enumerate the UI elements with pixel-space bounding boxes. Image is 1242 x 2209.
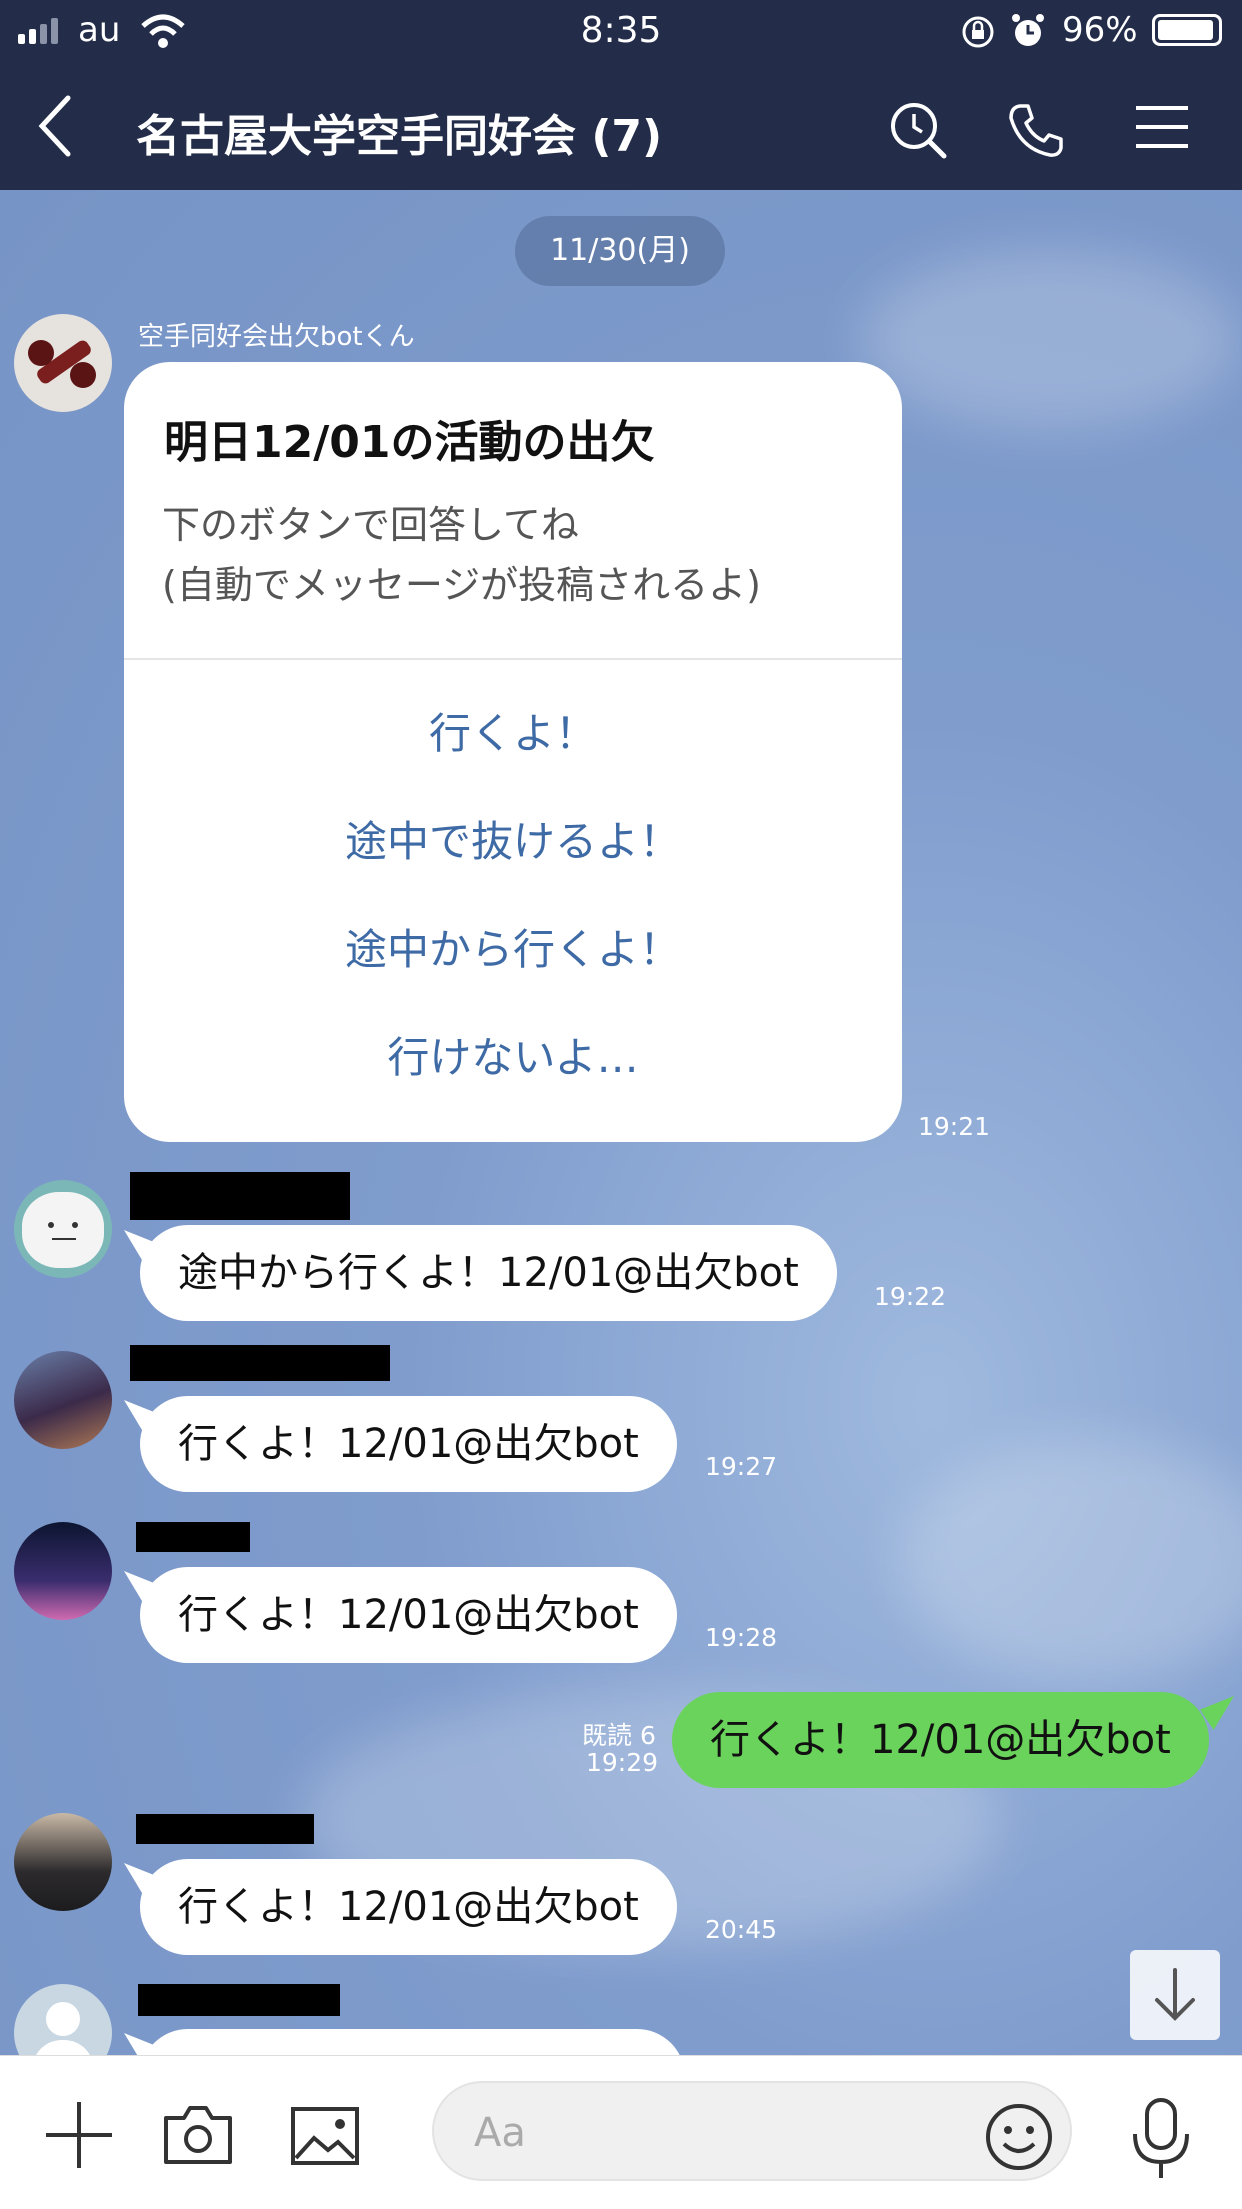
card-button-going[interactable]: 行くよ！ xyxy=(124,700,902,761)
scroll-to-bottom-button[interactable] xyxy=(1130,1950,1220,2040)
card-button-leave-early[interactable]: 途中で抜けるよ！ xyxy=(124,808,902,869)
member-avatar[interactable] xyxy=(14,1180,112,1278)
mic-icon[interactable] xyxy=(1128,2096,1194,2182)
redacted-name xyxy=(136,1814,314,1844)
redacted-name xyxy=(136,1522,250,1552)
message-time: 19:29 xyxy=(586,1748,659,1777)
read-receipt: 既読 6 xyxy=(582,1721,656,1750)
date-separator: 11/30(月) xyxy=(515,216,725,286)
chat-area[interactable]: 11/30(月) 空手同好会出欠botくん 明日12/01の活動の出欠 下のボタ… xyxy=(0,190,1242,2055)
member-avatar[interactable] xyxy=(14,1984,112,2055)
camera-icon[interactable] xyxy=(162,2104,234,2166)
image-icon[interactable] xyxy=(290,2106,360,2166)
divider xyxy=(124,658,902,660)
menu-icon[interactable] xyxy=(1134,104,1190,150)
message-bubble: 行くよ！12/01@出欠bot xyxy=(140,1859,677,1955)
message-input-bar: Aa xyxy=(0,2055,1242,2209)
message-bubble: 行くよ！12/01@出欠bot xyxy=(140,1396,677,1492)
message-time: 19:22 xyxy=(874,1282,947,1311)
alarm-icon xyxy=(1012,14,1044,46)
attendance-card: 明日12/01の活動の出欠 下のボタンで回答してね (自動でメッセージが投稿され… xyxy=(124,362,902,1142)
rotation-lock-icon xyxy=(962,16,994,48)
member-avatar[interactable] xyxy=(14,1351,112,1449)
plus-icon[interactable] xyxy=(44,2100,114,2170)
message-time: 19:21 xyxy=(918,1112,991,1141)
battery-percent: 96% xyxy=(1062,10,1138,50)
card-button-join-late[interactable]: 途中から行くよ！ xyxy=(124,916,902,977)
top-bar: au 8:35 96% 名古屋大学空手同好会 (7) xyxy=(0,0,1242,190)
message-time: 20:45 xyxy=(705,1915,778,1944)
battery-icon xyxy=(1152,14,1222,46)
redacted-name xyxy=(130,1345,390,1381)
my-message-bubble: 行くよ！12/01@出欠bot xyxy=(672,1692,1209,1788)
message-time: 19:27 xyxy=(705,1452,778,1481)
back-icon[interactable] xyxy=(36,94,76,158)
arrow-down-icon xyxy=(1155,1968,1195,2021)
search-icon[interactable] xyxy=(888,100,948,160)
phone-icon[interactable] xyxy=(1006,100,1066,160)
card-text: (自動でメッセージが投稿されるよ) xyxy=(162,563,761,607)
emoji-icon[interactable] xyxy=(984,2102,1054,2172)
member-avatar[interactable] xyxy=(14,1813,112,1911)
message-bubble: 途中から行くよ！12/01@出欠bot xyxy=(140,1225,837,1321)
status-time: 8:35 xyxy=(580,10,662,51)
message-time: 19:28 xyxy=(705,1623,778,1652)
message-bubble xyxy=(140,2029,685,2055)
bot-sender-name: 空手同好会出欠botくん xyxy=(138,322,415,352)
message-input[interactable]: Aa xyxy=(432,2081,1072,2181)
card-text: 下のボタンで回答してね xyxy=(162,503,579,547)
member-avatar[interactable] xyxy=(14,1522,112,1620)
card-title: 明日12/01の活動の出欠 xyxy=(164,417,655,468)
chat-title: 名古屋大学空手同好会 (7) xyxy=(136,111,663,162)
redacted-name xyxy=(138,1984,340,2016)
bot-avatar[interactable] xyxy=(14,314,112,412)
redacted-name xyxy=(130,1172,350,1220)
card-button-not-going[interactable]: 行けないよ… xyxy=(124,1024,902,1085)
message-bubble: 行くよ！12/01@出欠bot xyxy=(140,1567,677,1663)
